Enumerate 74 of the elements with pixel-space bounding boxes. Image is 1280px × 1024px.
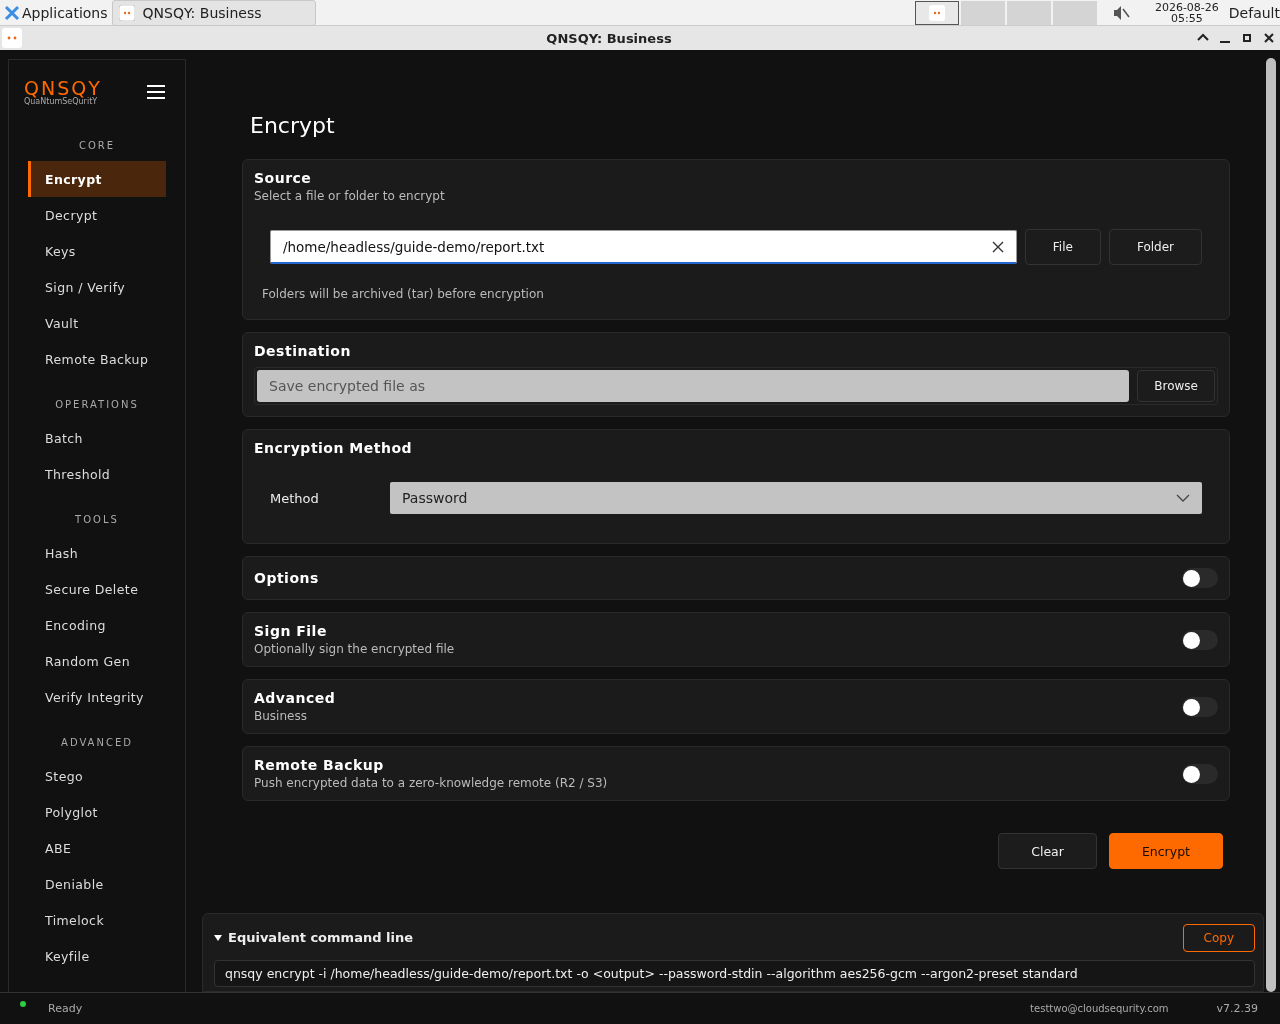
- section-heading: CORE: [77, 140, 117, 151]
- browse-button[interactable]: File: [1024, 229, 1101, 265]
- nav-item[interactable]: Hash: [28, 535, 166, 571]
- browse-button[interactable]: Folder: [1108, 229, 1202, 265]
- card-title: Destination: [254, 343, 352, 359]
- app-icon: [118, 4, 135, 21]
- card-title: Sign File: [254, 623, 328, 639]
- toggle-switch[interactable]: [1182, 568, 1218, 588]
- version-label: v7.2.39: [1216, 1002, 1258, 1015]
- nav-item[interactable]: Verify Integrity: [28, 679, 166, 715]
- card-title: Remote Backup: [254, 757, 385, 773]
- browse-button[interactable]: Browse: [1137, 370, 1215, 402]
- hint-text: Folders will be archived (tar) before encryption: [262, 287, 545, 301]
- nav-item[interactable]: Threshold: [28, 456, 166, 492]
- copy-button[interactable]: Copy: [1182, 923, 1255, 952]
- workspace-button[interactable]: [914, 0, 959, 25]
- keyboard-layout[interactable]: Default: [1228, 4, 1280, 21]
- field-label: Method: [270, 490, 320, 506]
- toggle-switch[interactable]: [1182, 696, 1218, 717]
- encrypt-button[interactable]: Encrypt: [1108, 833, 1223, 869]
- maximize-icon[interactable]: [1240, 31, 1254, 45]
- section-heading: OPERATIONS: [54, 399, 140, 410]
- nav-item[interactable]: Timelock: [28, 902, 166, 938]
- close-icon[interactable]: [1262, 31, 1276, 45]
- card-title: Encryption Method: [254, 440, 414, 456]
- command-text: qnsqy encrypt -i /home/headless/guide-demo/report.txt -o <output> --password-stdin --algorithm aes256-gcm --argon2-preset standard: [214, 959, 1255, 987]
- status-text: Ready: [48, 1002, 83, 1015]
- applications-menu[interactable]: Applications: [0, 4, 112, 21]
- nav-item[interactable]: Random Gen: [28, 643, 166, 679]
- card-subtitle: Optionally sign the encrypted file: [254, 642, 456, 656]
- nav-item[interactable]: Vault: [28, 305, 166, 341]
- menu-icon[interactable]: [147, 84, 165, 100]
- nav-item[interactable]: Keyfile: [28, 938, 166, 974]
- nav-item[interactable]: Encoding: [28, 607, 166, 643]
- card-title: Advanced: [254, 690, 337, 706]
- nav-item[interactable]: Remote Backup: [28, 341, 166, 377]
- nav-item[interactable]: Decrypt: [28, 197, 166, 233]
- card-title: Options: [254, 570, 320, 586]
- card-subtitle: Select a file or folder to encrypt: [254, 189, 446, 203]
- nav-item[interactable]: Batch: [28, 420, 166, 456]
- method-dropdown[interactable]: Password: [390, 482, 1202, 514]
- nav-item[interactable]: Sign / Verify: [28, 269, 166, 305]
- section-heading: TOOLS: [74, 514, 120, 525]
- card-title: Source: [254, 170, 313, 186]
- clock: 2026-08-26 05:55: [1154, 1, 1219, 24]
- clear-icon[interactable]: [991, 240, 1004, 253]
- taskbar-window-button[interactable]: QNSQY: Business: [111, 0, 316, 26]
- scrollbar[interactable]: [1266, 58, 1276, 992]
- path-field[interactable]: /home/headless/guide-demo/report.txt: [270, 230, 1017, 264]
- card-subtitle: Push encrypted data to a zero-knowledge remote (R2 / S3): [254, 776, 609, 790]
- status-dot: [20, 1001, 26, 1007]
- section-heading: ADVANCED: [60, 737, 134, 748]
- toggle-switch[interactable]: [1182, 629, 1218, 650]
- chevron-down-icon[interactable]: [1176, 494, 1190, 502]
- nav-item[interactable]: ABE: [28, 830, 166, 866]
- nav-item[interactable]: Polyglot: [28, 794, 166, 830]
- app-icon: [2, 28, 22, 48]
- output-path-field[interactable]: Save encrypted file as: [257, 370, 1130, 402]
- account-email: testtwo@cloudsequrity.com: [1030, 1003, 1169, 1014]
- clear-button[interactable]: Clear: [998, 833, 1097, 869]
- logo-text: QNSQY: [24, 78, 102, 97]
- nav-item[interactable]: Encrypt: [28, 161, 166, 197]
- toggle-switch[interactable]: [1182, 763, 1218, 784]
- card-subtitle: Business: [254, 709, 308, 723]
- nav-item[interactable]: Stego: [28, 758, 166, 794]
- app-icon: [928, 4, 945, 21]
- nav-item[interactable]: Deniable: [28, 866, 166, 902]
- triangle-down-icon[interactable]: [214, 933, 222, 942]
- disclosure-toggle[interactable]: Equivalent command line: [214, 930, 413, 946]
- logo-tagline: QuaNtumSeQuritY: [24, 96, 98, 106]
- nav-item[interactable]: Keys: [28, 233, 166, 269]
- window-title: QNSQY: Business: [545, 30, 673, 46]
- page-title: Encrypt: [250, 113, 336, 138]
- nav-item[interactable]: Secure Delete: [28, 571, 166, 607]
